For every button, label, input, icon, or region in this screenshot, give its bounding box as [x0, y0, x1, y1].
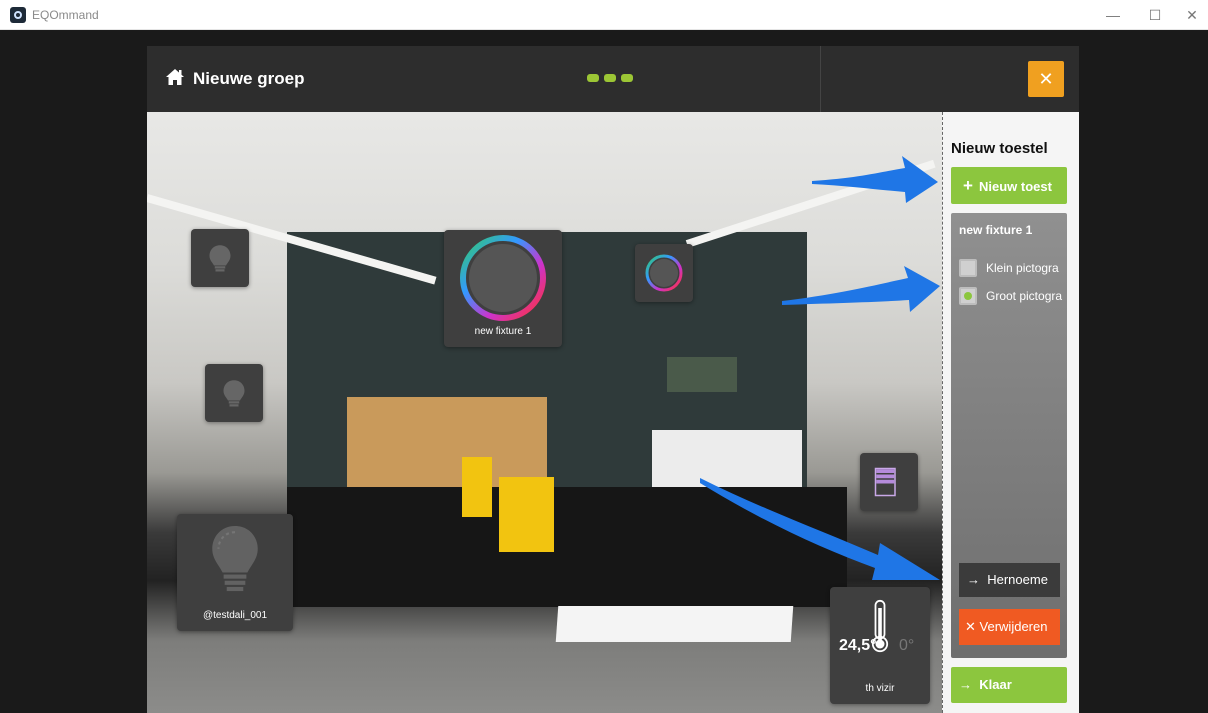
annotation-arrows — [700, 156, 940, 580]
